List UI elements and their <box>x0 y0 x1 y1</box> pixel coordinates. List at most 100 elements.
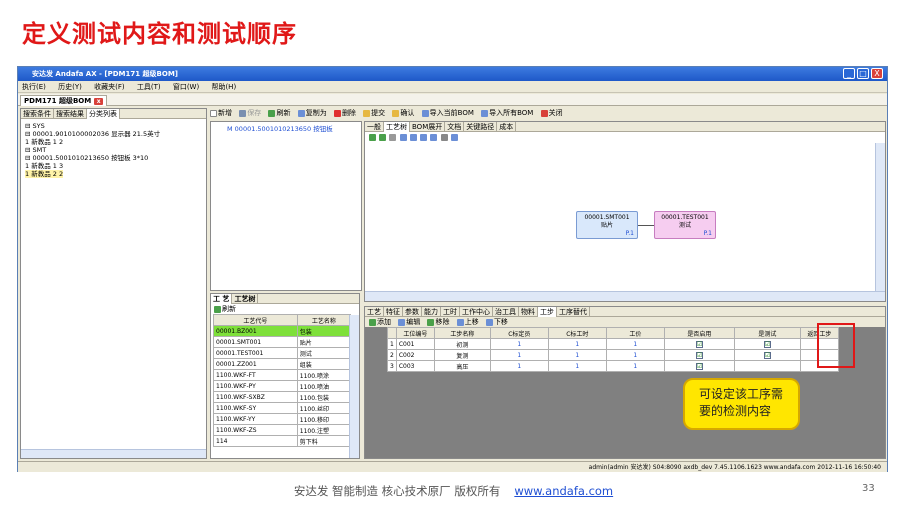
tree-node[interactable]: 1 新教品 1 3 <box>25 162 63 170</box>
enabled-checkbox[interactable]: ☑ <box>695 340 703 348</box>
tree-node[interactable]: ⊟ SYS <box>25 122 45 130</box>
horizontal-scrollbar[interactable] <box>365 291 885 301</box>
refresh-button[interactable]: 刷新 <box>268 108 290 119</box>
add-icon <box>369 318 376 326</box>
tab-search-conditions[interactable]: 搜索条件 <box>21 109 54 119</box>
move-down-button[interactable]: 下移 <box>485 317 508 327</box>
flow-node-test[interactable]: 00001.TEST001 测试 P.1 <box>654 211 716 239</box>
tab-process-alternative[interactable]: 工序替代 <box>557 307 590 317</box>
menu-tools[interactable]: 工具(T) <box>137 83 161 91</box>
vertical-scrollbar[interactable] <box>875 143 885 291</box>
tab-category-list[interactable]: 分类列表 <box>87 109 120 119</box>
tab-materials[interactable]: 物料 <box>519 307 538 317</box>
tab-feature[interactable]: 特征 <box>384 307 403 317</box>
tree-node[interactable]: 1 新教品 1 2 <box>25 138 63 146</box>
tab-process[interactable]: 工 艺 <box>211 294 233 304</box>
left-panel: 搜索条件 搜索结果 分类列表 ⊟ SYS ⊟ 00001.9010100002036… <box>20 108 207 459</box>
close-icon[interactable]: x <box>94 97 104 105</box>
tree-node[interactable]: ⊟ 00001.9010100002036 显示器 21.5英寸 <box>25 130 160 138</box>
green-arrow-icon[interactable] <box>379 133 387 141</box>
move-up-button[interactable]: 上移 <box>456 317 479 327</box>
column-header: 工价 <box>605 327 665 339</box>
enabled-checkbox[interactable]: ☑ <box>695 351 703 359</box>
tree-node[interactable]: ⊟ SMT <box>25 146 46 154</box>
undo-icon[interactable] <box>399 133 407 141</box>
tab-work-hours[interactable]: 工时 <box>441 307 460 317</box>
footer-link[interactable]: www.andafa.com <box>514 484 613 498</box>
save-button[interactable]: 保存 <box>239 108 261 119</box>
remove-step-button[interactable]: 移除 <box>427 317 449 327</box>
tree-node[interactable]: ⊟ 00001.5001010213650 按钮板 3*10 <box>25 154 148 162</box>
tab-critical-path[interactable]: 关键路径 <box>464 122 498 132</box>
is-test-checkbox[interactable]: ☑ <box>763 351 771 359</box>
horizontal-scrollbar[interactable] <box>21 449 206 458</box>
new-button[interactable]: 新增 <box>210 108 232 119</box>
table-row[interactable]: 1 C001 初测 1 1 1 ☑ ☑ <box>387 338 839 350</box>
table-row[interactable]: 00001.BZ001 包装 <box>213 325 352 337</box>
column-header: 工艺代号 <box>213 314 298 326</box>
menu-favorites[interactable]: 收藏夹(F) <box>94 83 125 91</box>
tab-process-tree[interactable]: 工艺树 <box>232 294 259 304</box>
table-row[interactable]: 114 剪下料 <box>213 435 352 447</box>
tab-bom-expand[interactable]: BOM展开 <box>410 122 446 132</box>
export-icon[interactable] <box>450 133 458 141</box>
zoom-out-icon[interactable] <box>430 133 438 141</box>
submit-button[interactable]: 提交 <box>363 108 385 119</box>
print-icon[interactable] <box>440 133 448 141</box>
enabled-checkbox[interactable]: ☑ <box>695 362 703 370</box>
close-doc-button[interactable]: 关闭 <box>540 108 563 119</box>
add-step-button[interactable]: 添加 <box>369 317 391 327</box>
green-arrow-icon[interactable] <box>369 133 376 141</box>
confirm-button[interactable]: 确认 <box>392 108 414 119</box>
copy-as-button[interactable]: 复制为 <box>297 108 327 119</box>
import-all-bom-button[interactable]: 导入所有BOM <box>481 108 533 119</box>
tab-steps[interactable]: 工步 <box>538 307 557 317</box>
menu-window[interactable]: 窗口(W) <box>173 83 199 91</box>
tab-process-tree-main[interactable]: 工艺树 <box>384 122 410 132</box>
table-row[interactable]: 1100.WKF-YY 1100.移印 <box>213 413 352 425</box>
is-test-checkbox[interactable]: ☑ <box>763 340 771 348</box>
table-row[interactable]: 3 C003 高压 1 1 1 ☑ <box>387 360 839 372</box>
refresh-icon <box>268 109 276 117</box>
tree-node[interactable]: 1 新教品 2 2 <box>25 170 64 178</box>
tab-craft[interactable]: 工艺 <box>365 307 384 317</box>
tab-search-results[interactable]: 搜索结果 <box>54 109 87 119</box>
tab-documents[interactable]: 文档 <box>445 122 465 132</box>
tab-cost[interactable]: 成本 <box>497 122 517 132</box>
table-row[interactable]: 1100.WKF-FT 1100.喷涂 <box>213 369 352 381</box>
edit-step-button[interactable]: 编辑 <box>398 317 420 327</box>
tab-work-center[interactable]: 工作中心 <box>460 307 493 317</box>
maximize-button[interactable]: □ <box>857 68 869 79</box>
tab-capability[interactable]: 能力 <box>422 307 441 317</box>
flow-node-smt[interactable]: 00001.SMT001 贴片 P.1 <box>576 211 638 239</box>
process-refresh-button[interactable]: 刷新 <box>211 304 359 314</box>
table-row[interactable]: 00001.TEST001 测试 <box>213 347 352 359</box>
menu-execute[interactable]: 执行(E) <box>22 83 46 91</box>
close-button[interactable]: X <box>871 68 883 79</box>
table-row[interactable]: 1100.WKF-PY 1100.喷油 <box>213 380 352 392</box>
table-row[interactable]: 1100.WKF-SXBZ 1100.包装 <box>213 391 352 403</box>
step-toolbar: 添加 编辑 移除 上移 下移 <box>365 317 885 327</box>
menu-help[interactable]: 帮助(H) <box>211 83 236 91</box>
bom-root-node[interactable]: M 00001.5001010213650 按钮板 <box>227 125 333 133</box>
import-current-bom-button[interactable]: 导入当前BOM <box>421 108 474 119</box>
tab-general[interactable]: 一般 <box>365 122 384 132</box>
tab-params[interactable]: 参数 <box>403 307 422 317</box>
import-icon <box>481 109 489 117</box>
zoom-in-icon[interactable] <box>420 133 428 141</box>
delete-button[interactable]: 删除 <box>333 108 356 119</box>
table-row[interactable]: 2 C002 复测 1 1 1 ☑ ☑ <box>387 349 839 361</box>
process-table: 工艺代号 工艺名称 00001.BZ001 包装 00001.SMT001 贴片 00… <box>213 314 352 447</box>
column-header: 是测试 <box>733 327 801 339</box>
tab-fixtures[interactable]: 治工具 <box>493 307 519 317</box>
menu-history[interactable]: 历史(Y) <box>58 83 82 91</box>
table-row[interactable]: 00001.ZZ001 组装 <box>213 358 352 370</box>
vertical-scrollbar[interactable] <box>349 315 359 458</box>
doc-tab-bom[interactable]: PDM171 超级BOM x <box>20 95 108 106</box>
table-row[interactable]: 1100.WKF-ZS 1100.注塑 <box>213 424 352 436</box>
redo-icon[interactable] <box>409 133 417 141</box>
minimize-button[interactable]: _ <box>843 68 855 79</box>
table-row[interactable]: 00001.SMT001 贴片 <box>213 336 352 348</box>
table-row[interactable]: 1100.WKF-SY 1100.丝印 <box>213 402 352 414</box>
add-icon[interactable] <box>389 133 397 141</box>
